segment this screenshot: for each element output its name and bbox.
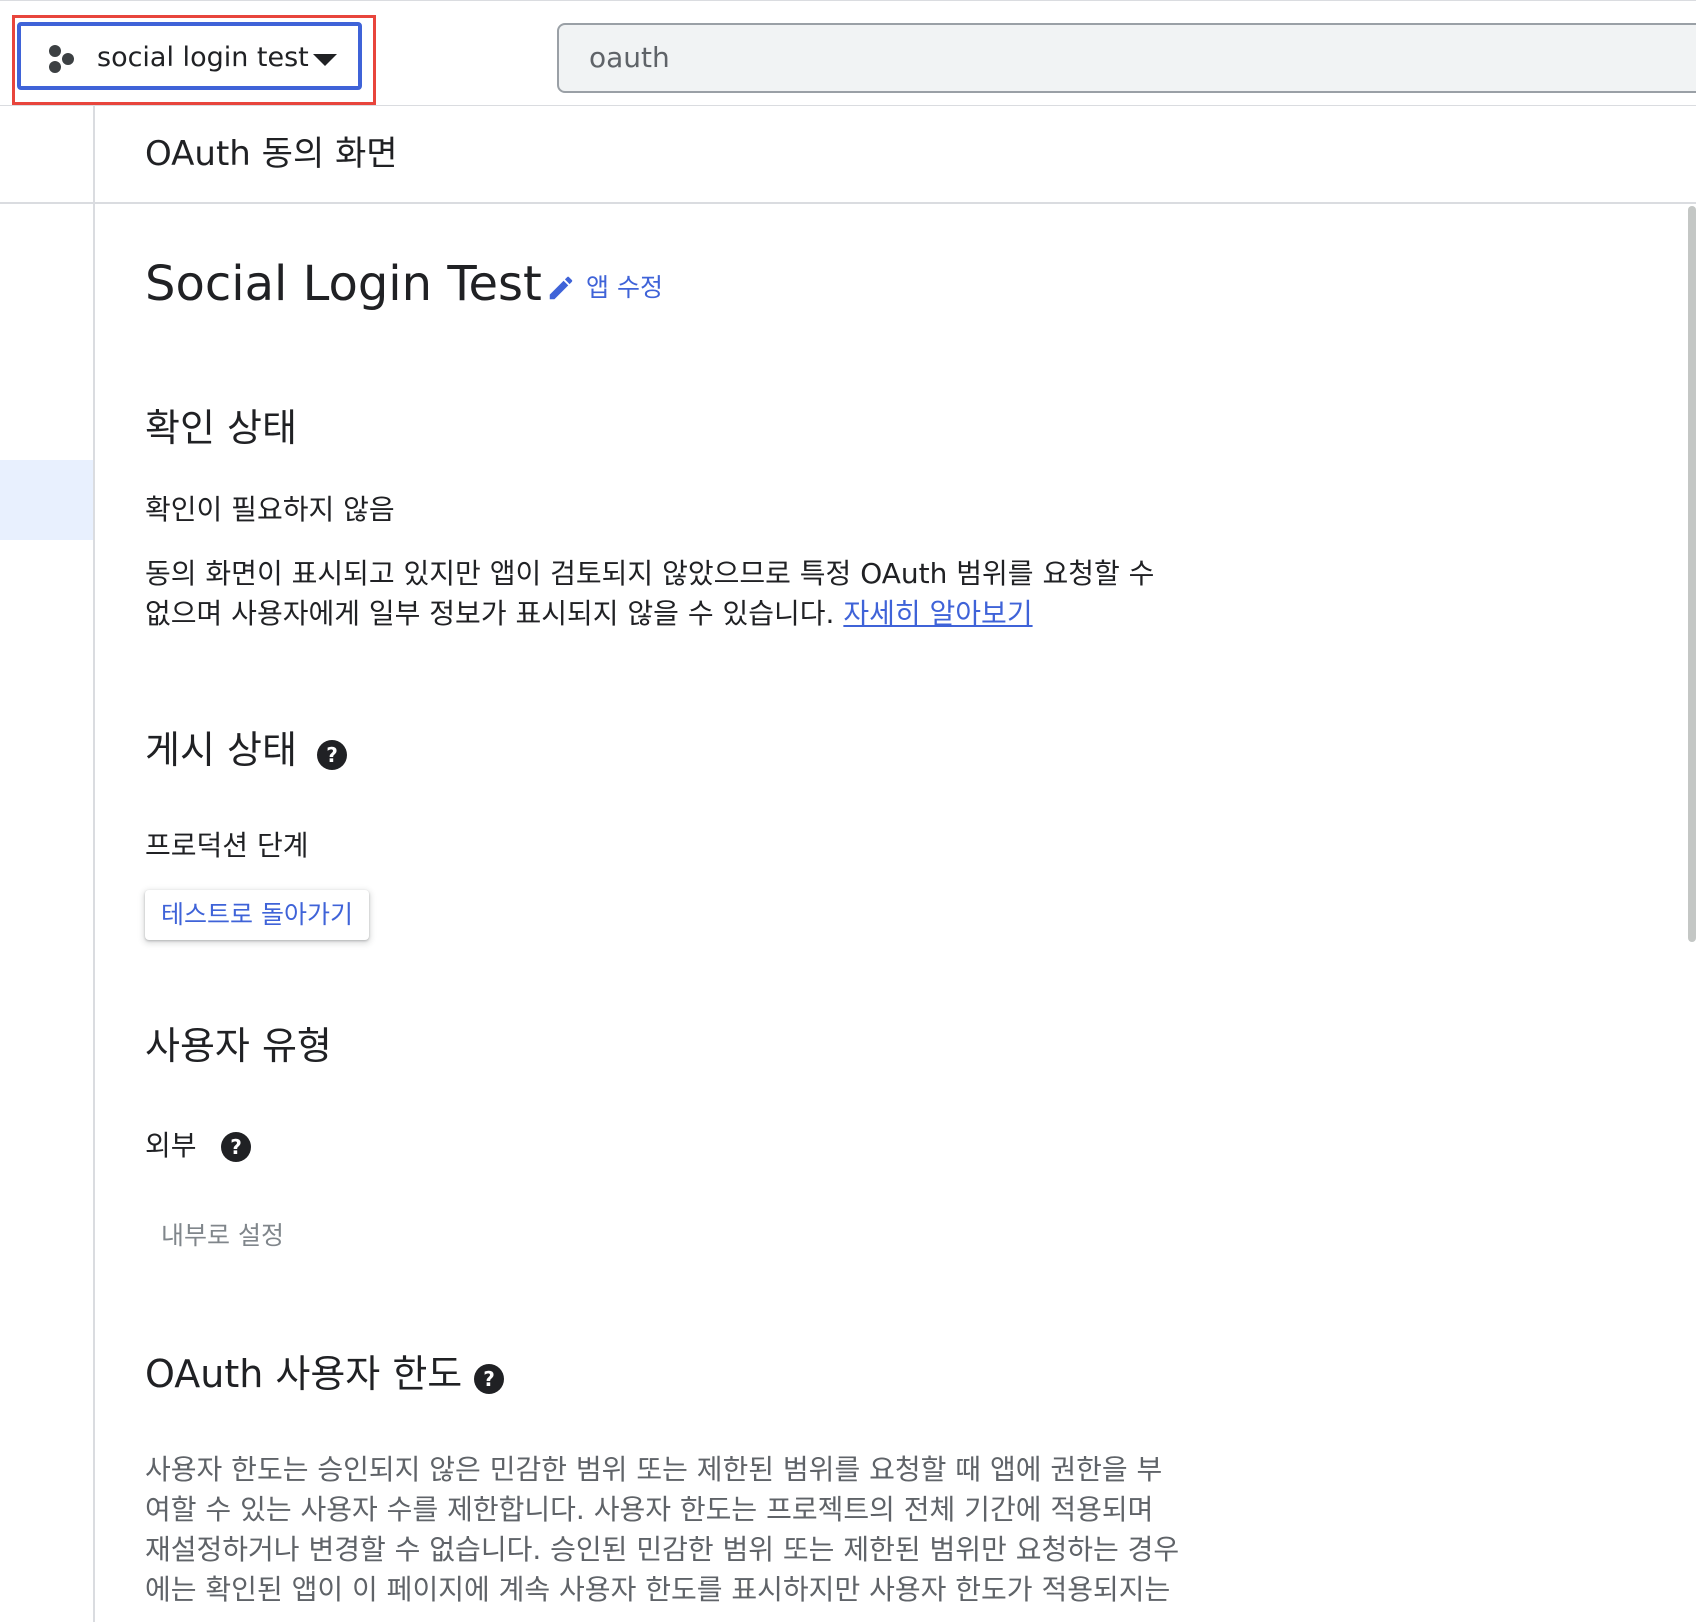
set-internal-button: 내부로 설정: [145, 1216, 300, 1256]
user-cap-line2: 여할 수 있는 사용자 수를 제한합니다. 사용자 한도는 프로젝트의 전체 기…: [145, 1493, 1154, 1526]
divider: [0, 202, 95, 204]
learn-more-link[interactable]: 자세히 알아보기: [843, 597, 1032, 630]
top-bar: social login test: [0, 0, 1696, 106]
caret-down-icon: [313, 54, 337, 66]
user-cap-line4: 에는 확인된 앱이 이 페이지에 계속 사용자 한도를 표시하지만 사용자 한도…: [145, 1573, 1171, 1606]
search-box[interactable]: [557, 23, 1696, 93]
help-circle-icon[interactable]: ?: [474, 1364, 504, 1394]
user-cap-description: 사용자 한도는 승인되지 않은 민감한 범위 또는 제한된 범위를 요청할 때 …: [145, 1450, 1205, 1610]
help-circle-icon[interactable]: ?: [221, 1132, 251, 1162]
pencil-icon: [549, 276, 573, 300]
search-input[interactable]: [589, 37, 1589, 77]
user-cap-line1: 사용자 한도는 승인되지 않은 민감한 범위 또는 제한된 범위를 요청할 때 …: [145, 1453, 1163, 1486]
project-picker-button[interactable]: social login test: [17, 22, 362, 90]
page-title: OAuth 동의 화면: [145, 134, 398, 174]
verification-status-value: 확인이 필요하지 않음: [145, 493, 395, 526]
publishing-status-title: 게시 상태: [145, 728, 297, 772]
publishing-status-value: 프로덕션 단계: [145, 829, 309, 862]
nav-item-active[interactable]: [0, 460, 93, 540]
scrollbar[interactable]: [1688, 206, 1696, 942]
back-to-test-button[interactable]: 테스트로 돌아가기: [145, 890, 369, 940]
user-cap-title: OAuth 사용자 한도: [145, 1352, 463, 1396]
help-circle-icon[interactable]: ?: [317, 740, 347, 770]
user-type-title: 사용자 유형: [145, 1024, 332, 1068]
user-type-value: 외부: [145, 1129, 197, 1162]
user-cap-line3: 재설정하거나 변경할 수 없습니다. 승인된 민감한 범위 또는 제한된 범위만…: [145, 1533, 1180, 1566]
verification-status-title: 확인 상태: [145, 406, 297, 450]
page-header: OAuth 동의 화면: [95, 106, 1696, 204]
main-content: Social Login Test 앱 수정 확인 상태 확인이 필요하지 않음…: [0, 0, 1696, 1622]
app-name: Social Login Test: [145, 256, 542, 312]
verification-description-line2: 없으며 사용자에게 일부 정보가 표시되지 않을 수 있습니다.: [145, 597, 835, 630]
project-hexagons-icon: [49, 45, 74, 73]
edit-app-button[interactable]: 앱 수정: [546, 272, 663, 304]
edit-app-label: 앱 수정: [586, 273, 663, 302]
left-nav-rail: [0, 106, 95, 1622]
verification-description: 동의 화면이 표시되고 있지만 앱이 검토되지 않았으므로 특정 OAuth 범…: [145, 554, 1185, 634]
verification-description-line1: 동의 화면이 표시되고 있지만 앱이 검토되지 않았으므로 특정 OAuth 범…: [145, 557, 1155, 590]
project-name: social login test: [97, 42, 309, 73]
